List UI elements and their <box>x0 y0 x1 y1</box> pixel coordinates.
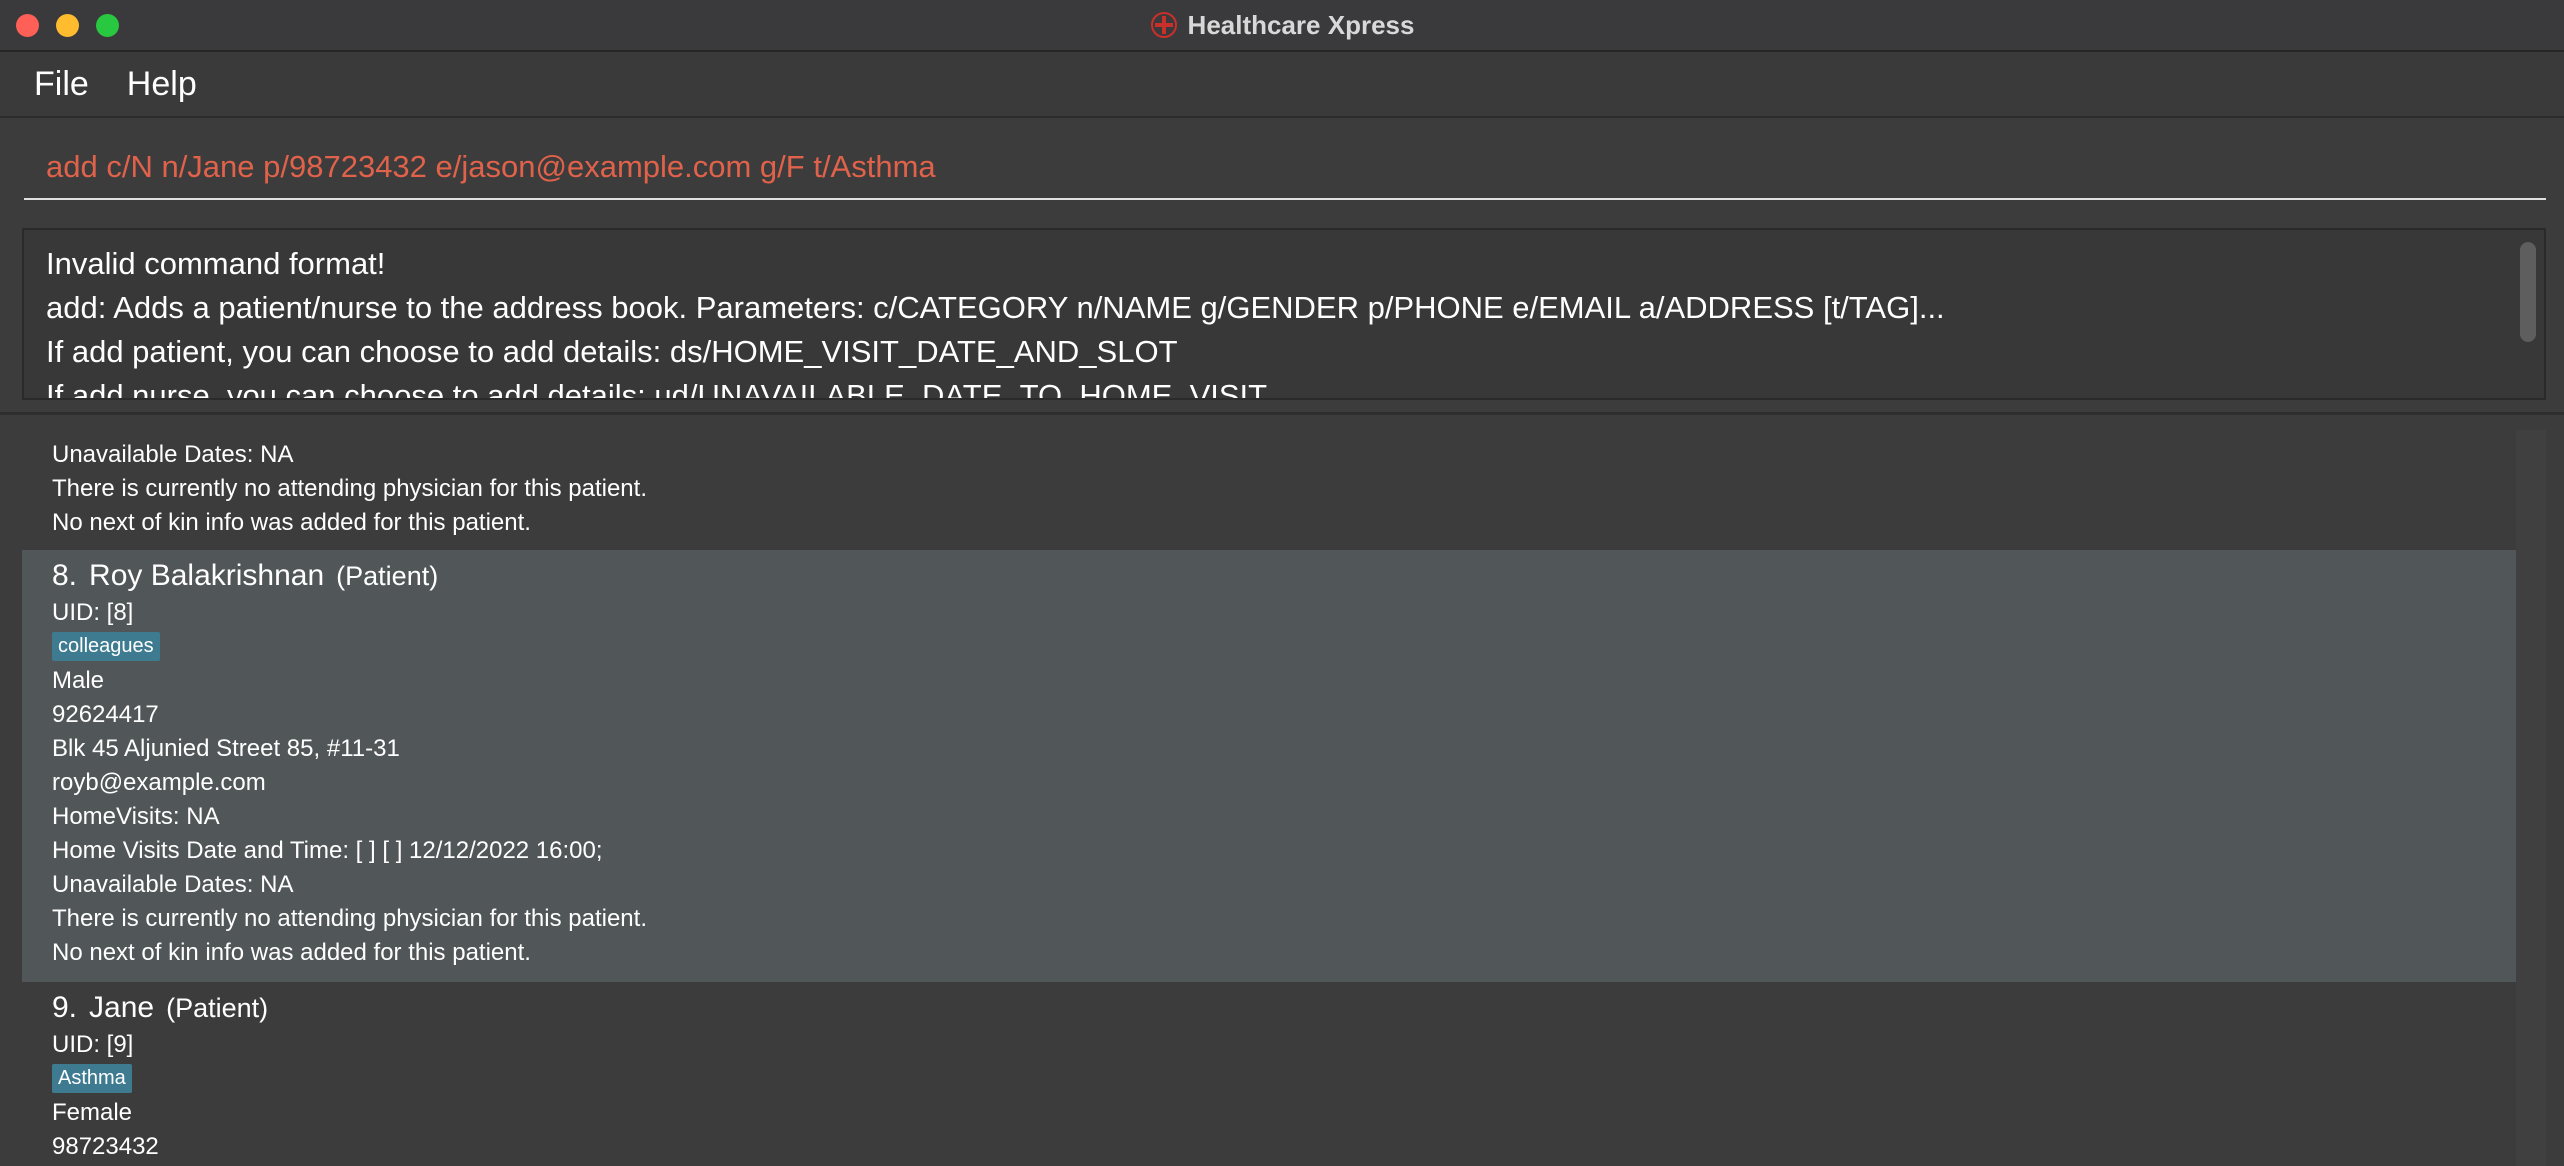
split-divider[interactable] <box>0 412 2564 415</box>
card-name: Roy Balakrishnan <box>89 559 325 592</box>
menu-file[interactable]: File <box>34 65 89 104</box>
title-bar: Healthcare Xpress <box>0 0 2564 52</box>
tag-badge: colleagues <box>52 632 160 661</box>
card-index: 8. <box>52 559 78 592</box>
app-window: Healthcare Xpress File Help Invalid comm… <box>0 0 2564 1166</box>
result-display[interactable]: Invalid command format! add: Adds a pati… <box>22 228 2546 400</box>
menu-bar: File Help <box>0 52 2564 118</box>
physician-info: There is currently no attending physicia… <box>52 475 647 502</box>
card-category: (Patient) <box>336 561 439 591</box>
command-input[interactable] <box>24 136 2546 200</box>
card-header: 8. Roy Balakrishnan (Patient) <box>52 556 2516 596</box>
unavailable-dates: Unavailable Dates: NA <box>52 441 294 468</box>
card-gender: Female <box>52 1099 133 1126</box>
card-name: Jane <box>89 991 155 1024</box>
result-scrollbar[interactable] <box>2520 242 2536 342</box>
result-line: Invalid command format! <box>46 246 386 281</box>
card-visit-datetime: Home Visits Date and Time: [ ] [ ] 12/12… <box>52 837 603 864</box>
result-line: add: Adds a patient/nurse to the address… <box>46 290 1945 325</box>
command-box <box>0 118 2564 210</box>
list-item[interactable]: 9. Jane (Patient) UID: [9] Asthma Female… <box>22 982 2516 1166</box>
list-item-selected[interactable]: 8. Roy Balakrishnan (Patient) UID: [8] c… <box>22 550 2516 982</box>
result-text: Invalid command format! add: Adds a pati… <box>46 242 2496 400</box>
menu-help[interactable]: Help <box>127 65 197 104</box>
title-wrap: Healthcare Xpress <box>0 0 2564 50</box>
tag-badge: Asthma <box>52 1064 132 1093</box>
card-physician: There is currently no attending physicia… <box>52 905 647 932</box>
app-logo-icon <box>1150 11 1178 39</box>
card-uid: UID: [8] <box>52 599 134 626</box>
card-header: 9. Jane (Patient) <box>52 988 2516 1028</box>
card-home-visits: HomeVisits: NA <box>52 803 220 830</box>
card-address: Blk 45 Aljunied Street 85, #11-31 <box>52 735 400 762</box>
card-unavailable-dates: Unavailable Dates: NA <box>52 871 294 898</box>
window-title: Healthcare Xpress <box>1187 9 1415 40</box>
person-list[interactable]: Unavailable Dates: NA There is currently… <box>22 430 2516 1166</box>
next-of-kin-info: No next of kin info was added for this p… <box>52 509 531 536</box>
card-index: 9. <box>52 991 78 1024</box>
list-scrollbar[interactable] <box>2516 430 2546 1166</box>
list-item-partial[interactable]: Unavailable Dates: NA There is currently… <box>22 430 2516 550</box>
card-email: royb@example.com <box>52 769 266 796</box>
result-line: If add nurse, you can choose to add deta… <box>46 378 1268 400</box>
card-category: (Patient) <box>166 993 269 1023</box>
card-phone: 98723432 <box>52 1133 159 1160</box>
card-phone: 92624417 <box>52 701 159 728</box>
card-uid: UID: [9] <box>52 1031 134 1058</box>
result-line: If add patient, you can choose to add de… <box>46 334 1178 369</box>
card-gender: Male <box>52 667 105 694</box>
card-next-of-kin: No next of kin info was added for this p… <box>52 939 531 966</box>
